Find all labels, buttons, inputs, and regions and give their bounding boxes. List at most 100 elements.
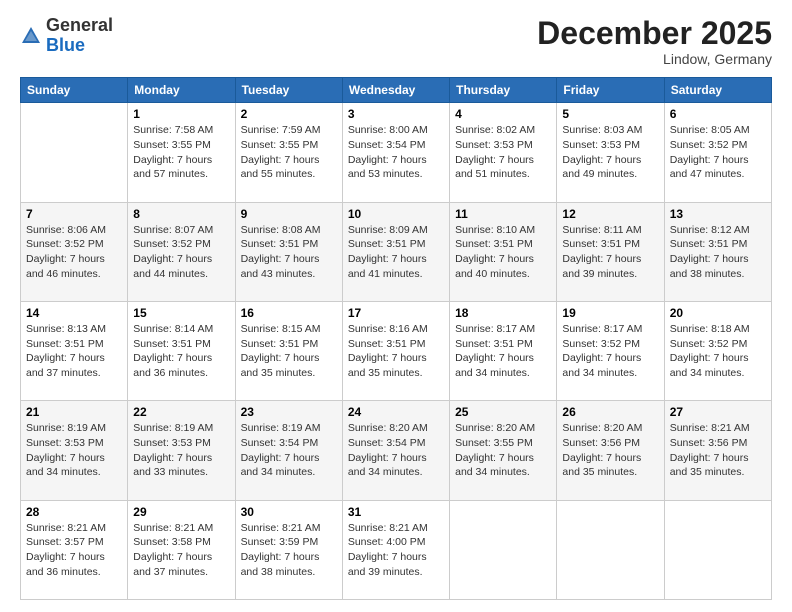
calendar-cell [450, 500, 557, 599]
calendar-cell: 23 Sunrise: 8:19 AMSunset: 3:54 PMDayligh… [235, 401, 342, 500]
cell-info: Sunrise: 8:16 AMSunset: 3:51 PMDaylight:… [348, 322, 444, 381]
cell-info: Sunrise: 8:14 AMSunset: 3:51 PMDaylight:… [133, 322, 229, 381]
cell-date: 3 [348, 107, 444, 121]
calendar-cell: 12 Sunrise: 8:11 AMSunset: 3:51 PMDayligh… [557, 202, 664, 301]
day-header-wednesday: Wednesday [342, 78, 449, 103]
cell-date: 24 [348, 405, 444, 419]
cell-date: 17 [348, 306, 444, 320]
calendar-cell: 19 Sunrise: 8:17 AMSunset: 3:52 PMDayligh… [557, 301, 664, 400]
cell-info: Sunrise: 8:15 AMSunset: 3:51 PMDaylight:… [241, 322, 337, 381]
calendar-cell: 20Sunrise: 8:18 AMSunset: 3:52 PMDayligh… [664, 301, 771, 400]
calendar-cell: 31 Sunrise: 8:21 AMSunset: 4:00 PMDayligh… [342, 500, 449, 599]
cell-date: 8 [133, 207, 229, 221]
cell-info: Sunrise: 8:12 AMSunset: 3:51 PMDaylight:… [670, 223, 766, 282]
cell-info: Sunrise: 8:21 AMSunset: 3:56 PMDaylight:… [670, 421, 766, 480]
calendar-cell: 11 Sunrise: 8:10 AMSunset: 3:51 PMDayligh… [450, 202, 557, 301]
cell-date: 16 [241, 306, 337, 320]
day-header-saturday: Saturday [664, 78, 771, 103]
cell-info: Sunrise: 8:21 AMSunset: 3:58 PMDaylight:… [133, 521, 229, 580]
cell-info: Sunrise: 8:20 AMSunset: 3:56 PMDaylight:… [562, 421, 658, 480]
cell-date: 25 [455, 405, 551, 419]
cell-info: Sunrise: 8:13 AMSunset: 3:51 PMDaylight:… [26, 322, 122, 381]
calendar-week-1: 7 Sunrise: 8:06 AMSunset: 3:52 PMDaylight… [21, 202, 772, 301]
calendar-cell: 24 Sunrise: 8:20 AMSunset: 3:54 PMDayligh… [342, 401, 449, 500]
calendar-cell [557, 500, 664, 599]
cell-date: 20 [670, 306, 766, 320]
cell-info: Sunrise: 8:05 AMSunset: 3:52 PMDaylight:… [670, 123, 766, 182]
calendar-cell: 25 Sunrise: 8:20 AMSunset: 3:55 PMDayligh… [450, 401, 557, 500]
calendar-cell: 27Sunrise: 8:21 AMSunset: 3:56 PMDayligh… [664, 401, 771, 500]
cell-date: 23 [241, 405, 337, 419]
cell-info: Sunrise: 8:20 AMSunset: 3:55 PMDaylight:… [455, 421, 551, 480]
calendar-cell: 21 Sunrise: 8:19 AMSunset: 3:53 PMDayligh… [21, 401, 128, 500]
cell-info: Sunrise: 8:21 AMSunset: 4:00 PMDaylight:… [348, 521, 444, 580]
calendar-week-4: 28Sunrise: 8:21 AMSunset: 3:57 PMDayligh… [21, 500, 772, 599]
calendar-cell: 30Sunrise: 8:21 AMSunset: 3:59 PMDayligh… [235, 500, 342, 599]
calendar-cell: 10Sunrise: 8:09 AMSunset: 3:51 PMDayligh… [342, 202, 449, 301]
calendar-cell: 6Sunrise: 8:05 AMSunset: 3:52 PMDaylight… [664, 103, 771, 202]
calendar-cell: 3 Sunrise: 8:00 AMSunset: 3:54 PMDaylight… [342, 103, 449, 202]
calendar-cell: 1 Sunrise: 7:58 AMSunset: 3:55 PMDaylight… [128, 103, 235, 202]
calendar-cell: 16 Sunrise: 8:15 AMSunset: 3:51 PMDayligh… [235, 301, 342, 400]
day-header-sunday: Sunday [21, 78, 128, 103]
cell-info: Sunrise: 8:21 AMSunset: 3:57 PMDaylight:… [26, 521, 122, 580]
cell-date: 12 [562, 207, 658, 221]
calendar-cell: 18 Sunrise: 8:17 AMSunset: 3:51 PMDayligh… [450, 301, 557, 400]
cell-info: Sunrise: 8:06 AMSunset: 3:52 PMDaylight:… [26, 223, 122, 282]
calendar-cell: 2 Sunrise: 7:59 AMSunset: 3:55 PMDaylight… [235, 103, 342, 202]
calendar-week-0: 1 Sunrise: 7:58 AMSunset: 3:55 PMDaylight… [21, 103, 772, 202]
cell-date: 21 [26, 405, 122, 419]
cell-info: Sunrise: 7:59 AMSunset: 3:55 PMDaylight:… [241, 123, 337, 182]
cell-info: Sunrise: 8:08 AMSunset: 3:51 PMDaylight:… [241, 223, 337, 282]
calendar-cell: 8 Sunrise: 8:07 AMSunset: 3:52 PMDaylight… [128, 202, 235, 301]
calendar-header-row: SundayMondayTuesdayWednesdayThursdayFrid… [21, 78, 772, 103]
cell-info: Sunrise: 8:00 AMSunset: 3:54 PMDaylight:… [348, 123, 444, 182]
header: General Blue December 2025 Lindow, Germa… [20, 16, 772, 67]
logo-blue-text: Blue [46, 35, 85, 55]
cell-info: Sunrise: 8:19 AMSunset: 3:53 PMDaylight:… [26, 421, 122, 480]
cell-info: Sunrise: 8:17 AMSunset: 3:51 PMDaylight:… [455, 322, 551, 381]
location: Lindow, Germany [537, 51, 772, 67]
cell-date: 9 [241, 207, 337, 221]
calendar-cell: 7 Sunrise: 8:06 AMSunset: 3:52 PMDaylight… [21, 202, 128, 301]
calendar-cell: 29 Sunrise: 8:21 AMSunset: 3:58 PMDayligh… [128, 500, 235, 599]
cell-date: 15 [133, 306, 229, 320]
cell-date: 19 [562, 306, 658, 320]
cell-info: Sunrise: 8:20 AMSunset: 3:54 PMDaylight:… [348, 421, 444, 480]
calendar-table: SundayMondayTuesdayWednesdayThursdayFrid… [20, 77, 772, 600]
cell-info: Sunrise: 8:02 AMSunset: 3:53 PMDaylight:… [455, 123, 551, 182]
cell-date: 11 [455, 207, 551, 221]
cell-date: 4 [455, 107, 551, 121]
cell-info: Sunrise: 8:17 AMSunset: 3:52 PMDaylight:… [562, 322, 658, 381]
day-header-thursday: Thursday [450, 78, 557, 103]
title-block: December 2025 Lindow, Germany [537, 16, 772, 67]
cell-date: 18 [455, 306, 551, 320]
cell-date: 1 [133, 107, 229, 121]
cell-info: Sunrise: 8:21 AMSunset: 3:59 PMDaylight:… [241, 521, 337, 580]
calendar-cell: 9 Sunrise: 8:08 AMSunset: 3:51 PMDaylight… [235, 202, 342, 301]
cell-date: 31 [348, 505, 444, 519]
day-header-tuesday: Tuesday [235, 78, 342, 103]
calendar-cell: 28Sunrise: 8:21 AMSunset: 3:57 PMDayligh… [21, 500, 128, 599]
cell-date: 5 [562, 107, 658, 121]
calendar-cell: 13Sunrise: 8:12 AMSunset: 3:51 PMDayligh… [664, 202, 771, 301]
calendar-week-3: 21 Sunrise: 8:19 AMSunset: 3:53 PMDayligh… [21, 401, 772, 500]
day-header-monday: Monday [128, 78, 235, 103]
cell-info: Sunrise: 8:11 AMSunset: 3:51 PMDaylight:… [562, 223, 658, 282]
cell-info: Sunrise: 8:03 AMSunset: 3:53 PMDaylight:… [562, 123, 658, 182]
cell-date: 26 [562, 405, 658, 419]
calendar-cell: 22Sunrise: 8:19 AMSunset: 3:53 PMDayligh… [128, 401, 235, 500]
cell-info: Sunrise: 8:09 AMSunset: 3:51 PMDaylight:… [348, 223, 444, 282]
calendar-cell [21, 103, 128, 202]
cell-date: 29 [133, 505, 229, 519]
calendar-week-2: 14Sunrise: 8:13 AMSunset: 3:51 PMDayligh… [21, 301, 772, 400]
cell-date: 7 [26, 207, 122, 221]
cell-date: 22 [133, 405, 229, 419]
cell-info: Sunrise: 8:10 AMSunset: 3:51 PMDaylight:… [455, 223, 551, 282]
cell-info: Sunrise: 7:58 AMSunset: 3:55 PMDaylight:… [133, 123, 229, 182]
calendar-cell: 4 Sunrise: 8:02 AMSunset: 3:53 PMDaylight… [450, 103, 557, 202]
page: General Blue December 2025 Lindow, Germa… [0, 0, 792, 612]
cell-info: Sunrise: 8:07 AMSunset: 3:52 PMDaylight:… [133, 223, 229, 282]
cell-date: 2 [241, 107, 337, 121]
cell-info: Sunrise: 8:19 AMSunset: 3:54 PMDaylight:… [241, 421, 337, 480]
